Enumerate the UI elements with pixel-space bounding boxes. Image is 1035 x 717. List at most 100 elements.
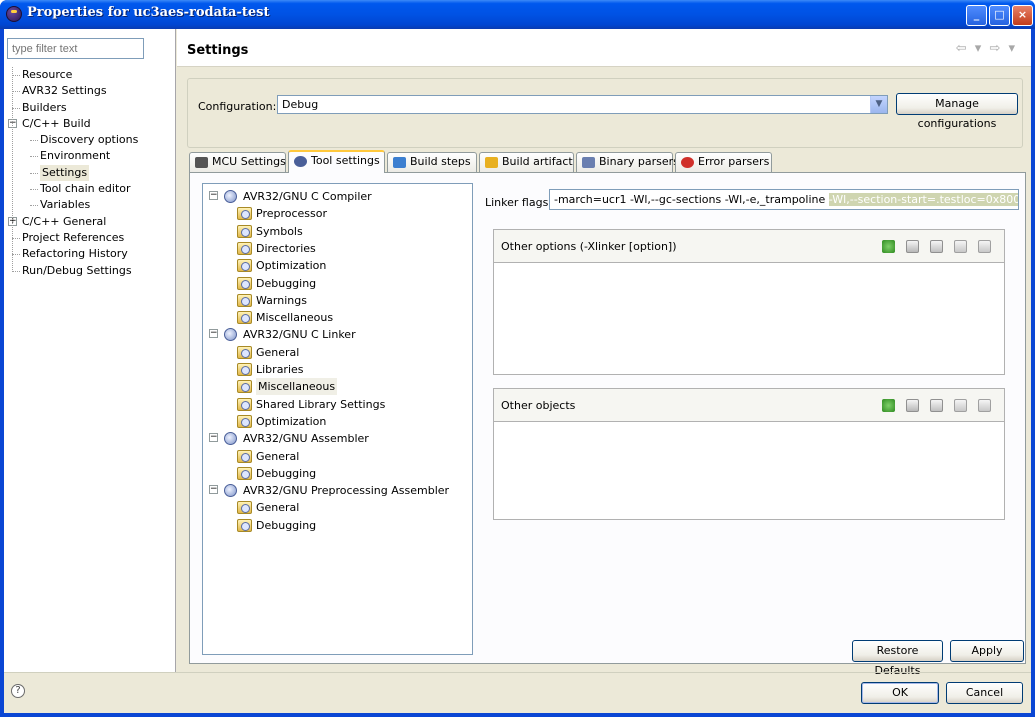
collapse-icon[interactable]: − — [209, 433, 218, 443]
tab-error-parsers[interactable]: Error parsers — [675, 152, 772, 172]
nav-item[interactable]: Discovery options — [12, 132, 172, 148]
apply-label: Apply — [971, 644, 1003, 657]
tab-label: MCU Settings — [212, 155, 286, 168]
dialog-client: ResourceAVR32 SettingsBuilders−C/C++ Bui… — [4, 29, 1031, 713]
nav-item[interactable]: Refactoring History — [12, 246, 172, 262]
configuration-group: Configuration: Debug ▼ Manage configurat… — [187, 78, 1023, 148]
tab-label: Binary parsers — [599, 155, 679, 168]
other-options-title: Other options (-Xlinker [option]) — [501, 240, 677, 253]
right-pane: Settings ⇦ ▾ ⇨ ▾ Configuration: Debug ▼ … — [177, 29, 1031, 672]
other-objects-title: Other objects — [501, 399, 576, 412]
tool-label: AVR32/GNU C Compiler — [243, 190, 372, 203]
delete-icon[interactable] — [906, 399, 919, 412]
restore-defaults-button[interactable]: Restore Defaults — [852, 640, 943, 677]
nav-item[interactable]: Project References — [12, 230, 172, 246]
nav-item[interactable]: − C/C++ Build — [8, 116, 172, 132]
filter-input[interactable] — [7, 38, 144, 59]
window-title: Properties for uc3aes-rodata-test — [27, 5, 270, 20]
ok-button[interactable]: OK — [861, 682, 939, 704]
tree-connector — [12, 270, 20, 272]
edit-icon[interactable] — [930, 399, 943, 412]
nav-item[interactable]: Environment — [12, 148, 172, 164]
chip-icon — [195, 157, 208, 168]
nav-item-label: Run/Debug Settings — [22, 263, 132, 277]
manage-configurations-button[interactable]: Manage configurations — [896, 93, 1018, 130]
cancel-button[interactable]: Cancel — [946, 682, 1023, 704]
nav-item[interactable]: Tool chain editor — [12, 181, 172, 197]
linker-flags-input[interactable]: -march=ucr1 -Wl,--gc-sections -Wl,-e,_tr… — [549, 189, 1019, 210]
other-objects-list[interactable]: Other objects — [493, 388, 1005, 520]
tool-tree[interactable]: − AVR32/GNU C Compiler Preprocessor Symbols… — [202, 183, 473, 655]
tool-option-label: Directories — [256, 241, 316, 255]
tree-connector — [12, 254, 20, 256]
nav-item[interactable]: Run/Debug Settings — [12, 263, 172, 279]
tool-option-label: Warnings — [256, 293, 307, 307]
add-icon[interactable] — [882, 399, 895, 412]
edit-icon[interactable] — [930, 240, 943, 253]
linker-flags-selected-text: -Wl,--section-start=.testloc=0x80010000 — [828, 193, 1018, 206]
apply-button[interactable]: Apply — [950, 640, 1024, 662]
tool-option-label: Debugging — [256, 466, 317, 480]
tab-build-steps[interactable]: Build steps — [387, 152, 477, 172]
delete-icon[interactable] — [906, 240, 919, 253]
properties-window: Properties for uc3aes-rodata-test _ □ × … — [0, 0, 1035, 717]
tool-icon — [224, 432, 237, 446]
linker-flags-text: -march=ucr1 -Wl,--gc-sections -Wl,-e,_tr… — [554, 193, 829, 206]
tool-icon — [224, 484, 237, 498]
close-button[interactable]: × — [1012, 5, 1033, 26]
help-icon[interactable]: ? — [11, 684, 25, 698]
tool-option-label: Debugging — [256, 276, 317, 290]
tab-tool-settings[interactable]: Tool settings — [288, 150, 385, 173]
nav-item[interactable]: Variables — [12, 197, 172, 213]
history-nav-arrows[interactable]: ⇦ ▾ ⇨ ▾ — [956, 41, 1017, 56]
nav-item-label: Discovery options — [40, 133, 139, 147]
nav-item[interactable]: AVR32 Settings — [12, 83, 172, 99]
collapse-icon[interactable]: − — [209, 191, 218, 200]
tree-connector — [30, 156, 38, 158]
option-page-icon — [237, 224, 252, 238]
configuration-label: Configuration: — [198, 100, 277, 113]
collapse-icon[interactable]: − — [209, 485, 218, 495]
maximize-button[interactable]: □ — [989, 5, 1010, 26]
tab-label: Tool settings — [311, 154, 380, 167]
move-up-icon[interactable] — [954, 240, 967, 253]
option-page-icon — [237, 311, 252, 325]
nav-item[interactable]: Builders — [12, 100, 172, 116]
tab-label: Build steps — [410, 155, 471, 168]
move-up-icon[interactable] — [954, 399, 967, 412]
nav-item[interactable]: + C/C++ General — [8, 214, 172, 230]
build-steps-icon — [393, 157, 406, 168]
move-down-icon[interactable] — [978, 399, 991, 412]
option-page-icon — [237, 363, 252, 376]
configuration-select[interactable]: Debug ▼ — [277, 95, 888, 114]
tree-connector — [30, 140, 38, 142]
tree-guide-line — [12, 67, 13, 272]
move-down-icon[interactable] — [978, 240, 991, 253]
option-page-icon — [237, 518, 252, 532]
property-page-tree: Resource AVR32 Settings Builders − C/C++ Bui… — [8, 67, 172, 279]
option-page-icon — [237, 293, 252, 307]
nav-item-label: Settings — [40, 164, 90, 181]
nav-item-label: Variables — [40, 198, 91, 212]
nav-item-label: Refactoring History — [22, 247, 128, 261]
minimize-button[interactable]: _ — [966, 5, 987, 26]
chevron-down-icon[interactable]: ▼ — [870, 96, 887, 113]
title-bar[interactable]: Properties for uc3aes-rodata-test _ □ × — [0, 0, 1035, 29]
option-page-icon — [237, 414, 252, 428]
option-page-icon — [237, 259, 252, 273]
left-pane: Resource AVR32 Settings Builders −C/C++ Bui… — [4, 29, 176, 672]
nav-item[interactable]: Settings — [12, 164, 172, 181]
option-page-icon — [237, 397, 252, 411]
other-options-list[interactable]: Other options (-Xlinker [option]) — [493, 229, 1005, 375]
add-icon[interactable] — [882, 240, 895, 253]
tab-mcu-settings[interactable]: MCU Settings — [189, 152, 286, 172]
tool-option-label: Optimization — [256, 259, 327, 273]
collapse-icon[interactable]: − — [209, 329, 218, 339]
tab-build-artifact[interactable]: Build artifact — [479, 152, 574, 172]
tab-binary-parsers[interactable]: Binary parsers — [576, 152, 679, 172]
linker-flags-label: Linker flags — [485, 196, 549, 209]
tool-icon — [224, 328, 237, 342]
tab-label: Error parsers — [698, 155, 770, 168]
configuration-value: Debug — [282, 98, 319, 111]
nav-item[interactable]: Resource — [12, 67, 172, 83]
